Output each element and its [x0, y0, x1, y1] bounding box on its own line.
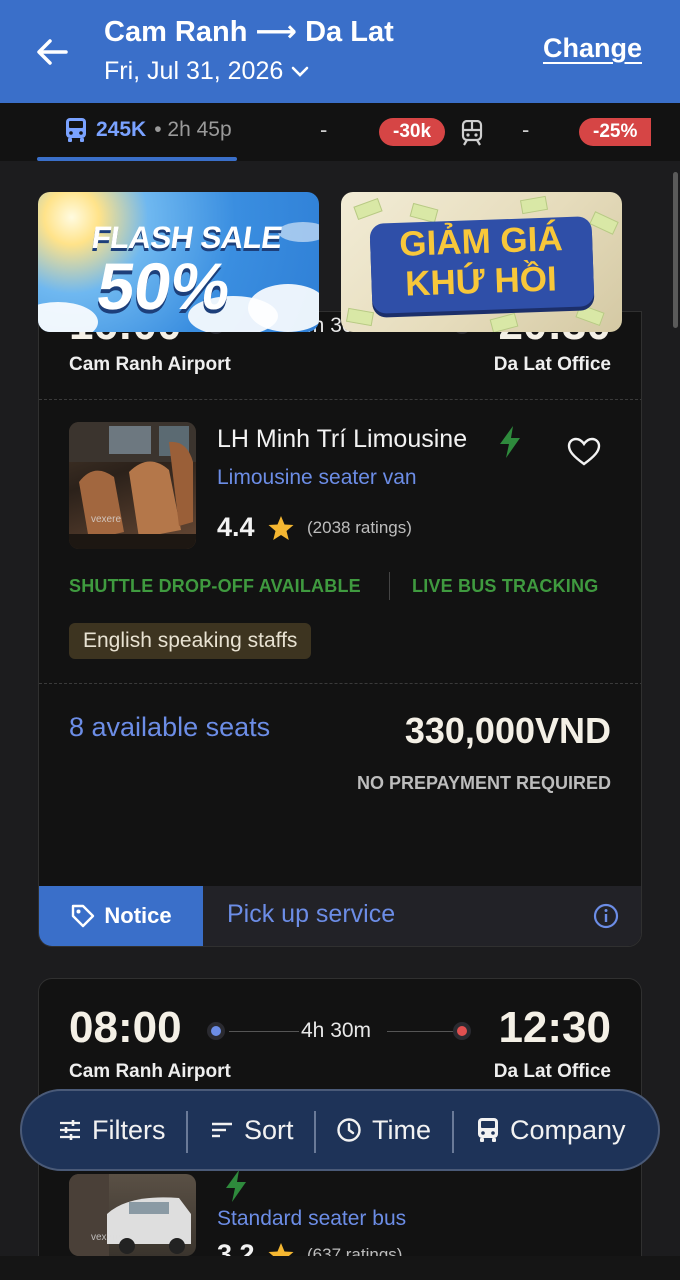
trip-duration: 4h 30m [301, 1019, 372, 1042]
filter-bar: Filters Sort Time Company [20, 1089, 660, 1171]
filter-separator [452, 1111, 454, 1153]
prepayment-note: NO PREPAYMENT REQUIRED [356, 773, 611, 793]
time-label: Time [372, 1114, 431, 1145]
time-button[interactable]: Time [336, 1091, 431, 1169]
chevron-down-icon [291, 66, 309, 77]
rating-count: (2038 ratings) [307, 518, 412, 537]
cloud-shape [278, 222, 319, 242]
bus-price: 245K [96, 118, 147, 141]
star-icon [268, 516, 294, 540]
tag-icon [72, 904, 95, 928]
cloud-shape [38, 302, 98, 332]
available-seats: 8 available seats [69, 712, 271, 742]
transport-tabs: 245K • 2h 45p - -30k - -25% [0, 103, 680, 248]
amenity-tag: English speaking staffs [69, 623, 312, 659]
ticket-shape [409, 202, 439, 224]
filters-label: Filters [92, 1114, 166, 1145]
rating-score: 4.4 [217, 512, 255, 542]
feature-tracking: LIVE BUS TRACKING [412, 576, 599, 596]
company-button[interactable]: Company [476, 1091, 626, 1169]
filter-separator [186, 1111, 188, 1153]
app-screen: Cam Ranh ⟶ Da Lat Fri, Jul 31, 2026 Chan… [0, 0, 680, 1280]
arrival-stop: Da Lat Office [493, 1061, 611, 1082]
feature-shuttle: SHUTTLE DROP-OFF AVAILABLE [69, 576, 361, 596]
round-trip-banner[interactable]: GIẢM GIÁ KHỨ HỒI [341, 192, 622, 332]
header: Cam Ranh ⟶ Da Lat Fri, Jul 31, 2026 Chan… [0, 0, 680, 103]
vehicle-photo-image [69, 1174, 191, 1256]
vehicle-photo[interactable]: vexere [69, 1174, 196, 1256]
bus-icon [478, 1118, 498, 1142]
departure-time: 08:00 [69, 1003, 182, 1052]
results-list[interactable]: 16:00 4h 30m 20:30 Cam Ranh Airport Da L… [0, 161, 680, 1280]
date-selector[interactable]: Fri, Jul 31, 2026 [104, 57, 309, 86]
route-line [387, 1031, 455, 1032]
train-icon[interactable] [461, 120, 483, 146]
heart-icon[interactable] [567, 437, 601, 467]
notice-bar[interactable]: Notice Pick up service [39, 886, 641, 946]
change-button[interactable]: Change [543, 33, 642, 64]
promo-subtitle: KHỨ HỒI [404, 259, 558, 304]
vehicle-photo[interactable]: vexere [69, 422, 196, 549]
lightning-icon [226, 1170, 246, 1202]
arrival-dot [453, 1022, 471, 1040]
plane-value: - [320, 117, 328, 142]
cloud-shape [248, 284, 319, 332]
ticket-shape [575, 303, 605, 327]
plane-discount-badge: -30k [379, 118, 446, 146]
photo-watermark: vexere [91, 514, 122, 525]
departure-stop: Cam Ranh Airport [69, 1061, 231, 1082]
operator-name: LH Minh Trí Limousine [217, 425, 468, 453]
departure-dot [207, 1022, 225, 1040]
divider [39, 683, 641, 684]
train-discount-badge: -25% [579, 118, 652, 146]
notice-text: Pick up service [227, 900, 396, 928]
flash-sale-banner[interactable]: FLASH SALE 50% [38, 192, 319, 332]
feature-separator [389, 572, 390, 600]
ticket-shape [353, 197, 383, 221]
arrival-stop: Da Lat Office [493, 354, 611, 375]
clock-icon [337, 1118, 361, 1142]
filter-separator [314, 1111, 316, 1153]
ticket-shape [519, 195, 549, 215]
route-title: Cam Ranh ⟶ Da Lat [104, 16, 394, 48]
departure-stop: Cam Ranh Airport [69, 354, 231, 375]
flash-sale-percent: 50% [92, 249, 236, 323]
vehicle-type: Standard seater bus [217, 1207, 407, 1230]
date-label: Fri, Jul 31, 2026 [104, 57, 284, 85]
train-value: - [522, 117, 530, 142]
ticket-shape [489, 312, 519, 332]
bus-icon [66, 118, 86, 142]
trip-card[interactable]: 16:00 4h 30m 20:30 Cam Ranh Airport Da L… [38, 311, 642, 947]
filters-button[interactable]: Filters [58, 1091, 166, 1169]
bus-duration: • 2h 45p [154, 118, 232, 141]
photo-watermark: vexere [91, 1232, 122, 1243]
scrollbar[interactable] [673, 172, 678, 328]
company-label: Company [510, 1114, 626, 1145]
back-arrow-icon[interactable] [34, 34, 70, 70]
route-line [229, 1031, 299, 1032]
trip-price: 330,000VND [404, 710, 611, 751]
sort-label: Sort [244, 1114, 294, 1145]
ticket-shape [589, 211, 619, 235]
notice-label: Notice [104, 903, 172, 928]
sort-button[interactable]: Sort [210, 1091, 294, 1169]
arrival-time: 12:30 [498, 1003, 611, 1052]
vehicle-photo-image [69, 422, 196, 549]
notice-button[interactable]: Notice [39, 886, 203, 946]
info-icon[interactable] [593, 903, 619, 929]
promo-title: GIẢM GIÁ [398, 219, 564, 264]
tab-bus[interactable]: 245K • 2h 45p [64, 117, 232, 143]
lightning-icon [500, 426, 520, 458]
ticket-shape [345, 307, 375, 327]
vehicle-type: Limousine seater van [217, 466, 417, 489]
sliders-icon [60, 1120, 80, 1140]
divider [39, 399, 641, 400]
sort-icon [212, 1122, 232, 1138]
bottom-system-bar [0, 1256, 680, 1280]
